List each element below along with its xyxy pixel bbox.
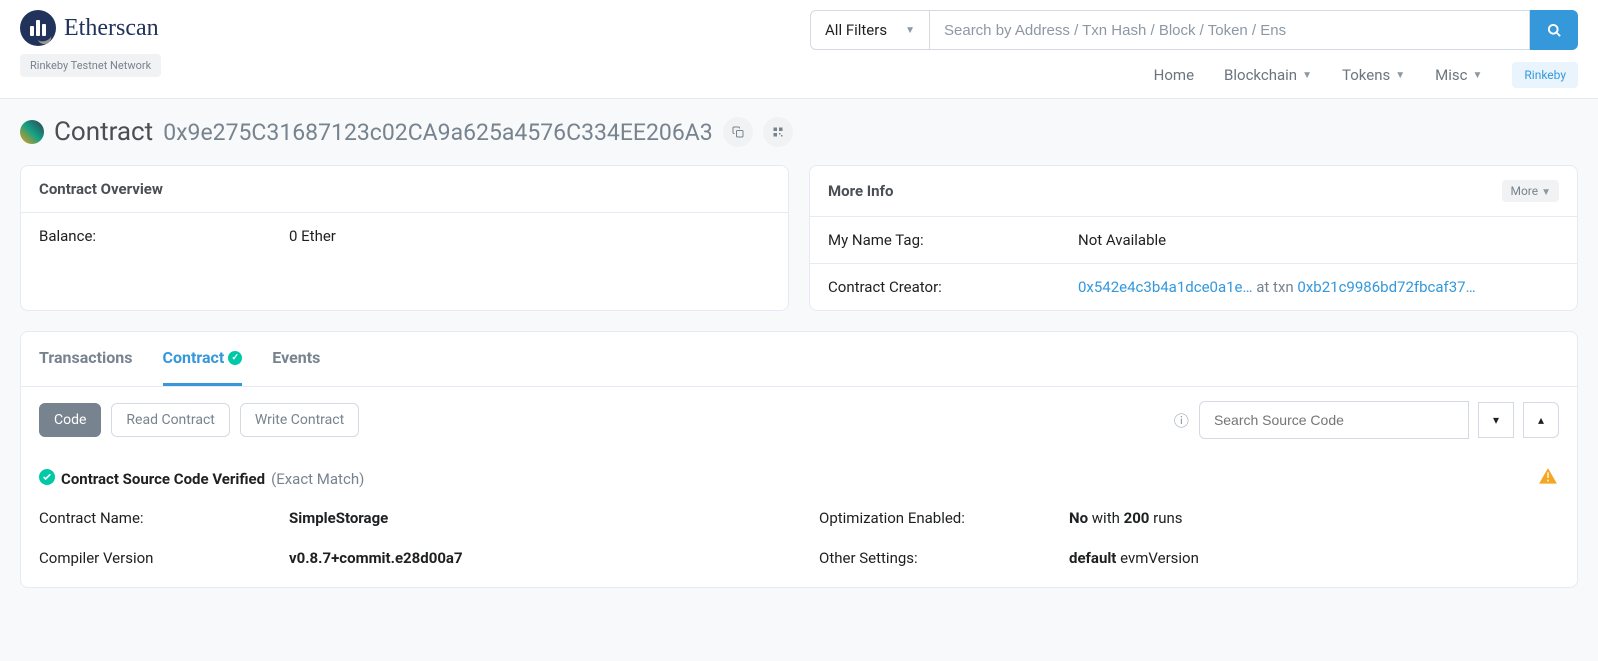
source-search-input[interactable]	[1199, 401, 1469, 439]
chevron-down-icon: ▾	[1493, 413, 1499, 427]
verified-check-icon: ✓	[228, 351, 242, 365]
collapse-button[interactable]: ▴	[1523, 402, 1559, 438]
copy-icon	[732, 126, 744, 138]
balance-label: Balance:	[39, 227, 289, 245]
moreinfo-title: More Info	[828, 182, 893, 200]
creator-address-link[interactable]: 0x542e4c3b4a1dce0a1e…	[1078, 278, 1253, 296]
rinkeby-badge[interactable]: Rinkeby	[1512, 62, 1578, 88]
settings-label: Other Settings:	[819, 549, 1069, 567]
network-badge: Rinkeby Testnet Network	[20, 54, 161, 77]
creator-label: Contract Creator:	[828, 278, 1078, 296]
nametag-label: My Name Tag:	[828, 231, 1078, 249]
contract-address: 0x9e275C31687123c02CA9a625a4576C334EE206…	[163, 119, 713, 146]
chevron-down-icon: ▼	[1541, 187, 1551, 198]
optimization-label: Optimization Enabled:	[819, 509, 1069, 527]
compiler-label: Compiler Version	[39, 549, 289, 567]
search-icon	[1547, 23, 1562, 38]
chevron-up-icon: ▴	[1538, 413, 1544, 427]
logo-text: Etherscan	[64, 15, 159, 42]
chevron-down-icon: ▼	[1395, 70, 1405, 81]
search-input[interactable]	[930, 10, 1530, 50]
tab-transactions[interactable]: Transactions	[39, 332, 133, 386]
moreinfo-card: More Info More ▼ My Name Tag: Not Availa…	[809, 165, 1578, 311]
filter-dropdown[interactable]: All Filters ▼	[810, 10, 930, 50]
overview-title: Contract Overview	[39, 180, 163, 198]
compiler-value: v0.8.7+commit.e28d00a7	[289, 549, 463, 567]
check-circle-icon	[39, 469, 55, 489]
nav-tokens[interactable]: Tokens ▼	[1342, 66, 1405, 84]
more-button[interactable]: More ▼	[1502, 180, 1559, 202]
subtab-write[interactable]: Write Contract	[240, 403, 359, 437]
nav-blockchain[interactable]: Blockchain ▼	[1224, 66, 1312, 84]
nav-home[interactable]: Home	[1154, 66, 1194, 84]
nav-misc[interactable]: Misc ▼	[1435, 66, 1482, 84]
creator-value: 0x542e4c3b4a1dce0a1e… at txn 0xb21c9986b…	[1078, 278, 1559, 296]
tab-events[interactable]: Events	[272, 332, 320, 386]
subtab-read[interactable]: Read Contract	[111, 403, 229, 437]
qr-icon	[772, 126, 784, 138]
tab-contract[interactable]: Contract ✓	[163, 332, 243, 386]
verified-match: (Exact Match)	[271, 470, 364, 488]
logo[interactable]: Etherscan	[20, 10, 161, 46]
chevron-down-icon: ▼	[1302, 70, 1312, 81]
qr-button[interactable]	[763, 117, 793, 147]
optimization-value: No with 200 runs	[1069, 509, 1183, 527]
subtab-code[interactable]: Code	[39, 403, 101, 437]
chevron-down-icon: ▼	[905, 25, 915, 36]
expand-button[interactable]: ▾	[1478, 402, 1514, 438]
contract-name-value: SimpleStorage	[289, 509, 388, 527]
contract-name-label: Contract Name:	[39, 509, 289, 527]
search-button[interactable]	[1530, 10, 1578, 50]
chevron-down-icon: ▼	[1472, 70, 1482, 81]
balance-value: 0 Ether	[289, 227, 770, 245]
logo-icon	[20, 10, 56, 46]
nametag-value: Not Available	[1078, 231, 1559, 249]
filter-label: All Filters	[825, 21, 887, 39]
verified-label: Contract Source Code Verified	[61, 470, 265, 488]
page-title: Contract	[54, 117, 153, 147]
settings-value: default evmVersion	[1069, 549, 1199, 567]
creator-txn-link[interactable]: 0xb21c9986bd72fbcaf37…	[1297, 278, 1475, 296]
warning-icon[interactable]	[1537, 465, 1559, 493]
copy-button[interactable]	[723, 117, 753, 147]
help-icon[interactable]: ⓘ	[1174, 410, 1189, 431]
overview-card: Contract Overview Balance: 0 Ether	[20, 165, 789, 311]
contract-identicon	[20, 120, 44, 144]
